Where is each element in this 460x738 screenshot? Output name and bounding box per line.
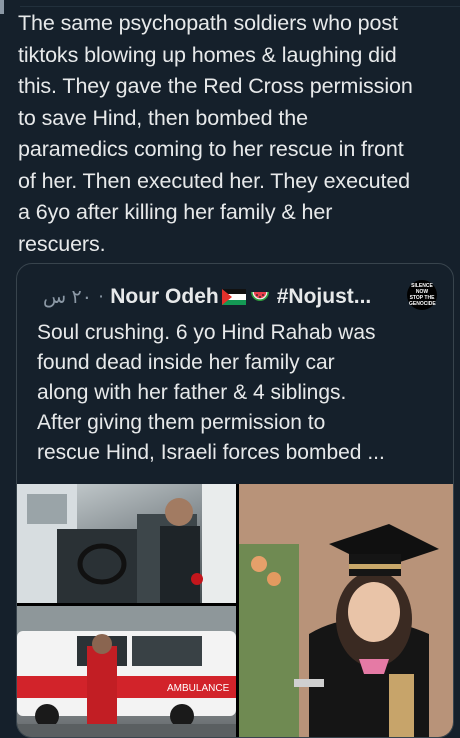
quoted-author-handle[interactable]: #Nojust... [277, 285, 372, 309]
quoted-author-name[interactable]: Nour Odeh [110, 285, 219, 309]
quoted-author-avatar[interactable]: SILENCE NOW STOP THE GENOCIDE [407, 280, 437, 310]
paramedic-driver-image [17, 484, 236, 603]
previous-post-edge [20, 0, 460, 7]
child-graduation-image [239, 484, 453, 737]
media-grid: AMBULANCE [17, 484, 453, 737]
post-text: The same psychopath soldiers who post ti… [18, 11, 413, 256]
quoted-post-text: Soul crushing. 6 yo Hind Rahab was found… [37, 321, 385, 464]
thread-connector [0, 0, 4, 14]
watermelon-icon [250, 292, 269, 301]
avatar-text: SILENCE NOW STOP THE GENOCIDE [409, 283, 436, 307]
ambulance-photo[interactable]: AMBULANCE [17, 606, 236, 737]
header-separator: · [97, 286, 105, 307]
paramedic-driver-photo[interactable] [17, 484, 236, 603]
ambulance-label: AMBULANCE [167, 683, 230, 694]
ambulance-image: AMBULANCE [17, 606, 236, 737]
child-graduation-photo[interactable] [239, 484, 453, 737]
quoted-post-header: ٢٠ س · Nour Odeh #Nojust... [43, 280, 443, 314]
quoted-post[interactable]: ٢٠ س · Nour Odeh #Nojust... SILENCE NOW … [16, 263, 454, 738]
quoted-post-timestamp[interactable]: ٢٠ س [43, 286, 92, 309]
palestine-flag-icon [221, 289, 246, 305]
